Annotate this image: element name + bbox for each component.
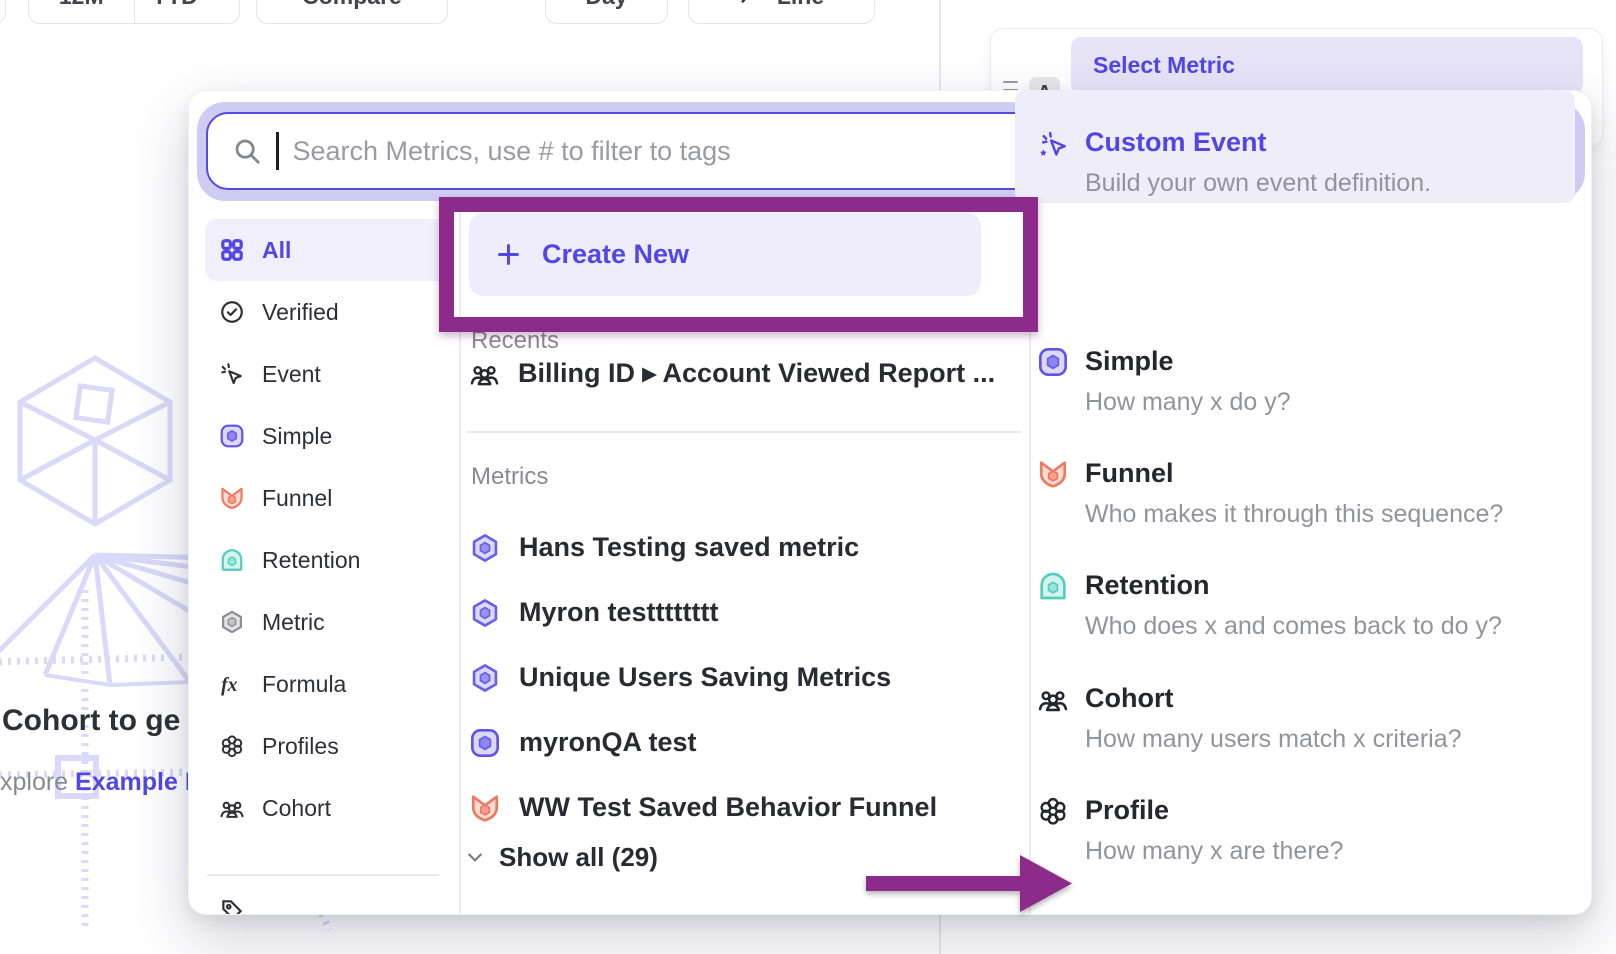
metric-picker-dropdown: All Verified Event Simple Funnel	[188, 90, 1592, 915]
simple-icon	[219, 423, 245, 449]
plus-icon	[495, 241, 522, 268]
line-chart-type-button[interactable]: Line	[688, 0, 875, 24]
profiles-icon	[219, 733, 245, 759]
saved-metric-item-ww-test-saved-behavior-funnel[interactable]: WW Test Saved Behavior Funnel	[469, 775, 1017, 840]
select-metric-pill[interactable]: Select Metric	[1071, 37, 1583, 94]
hex-purple-icon	[469, 662, 501, 694]
hex-purple-icon	[469, 597, 501, 629]
range-ytd-button[interactable]: YTD	[134, 0, 240, 23]
sidebar-divider	[207, 874, 439, 876]
sidebar-item-metric[interactable]: Metric	[205, 591, 453, 653]
compare-button[interactable]: Compare	[256, 0, 448, 24]
empty-state-subtext: xplore Example I	[0, 768, 192, 797]
saved-metric-item-myron-testttttttt[interactable]: Myron testttttttt	[469, 580, 1017, 645]
metric-type-funnel[interactable]: Funnel Who makes it through this sequenc…	[1015, 422, 1575, 534]
text-cursor	[276, 132, 279, 170]
sidebar-item-funnel[interactable]: Funnel	[205, 467, 453, 529]
simple-icon	[1037, 346, 1069, 378]
sidebar-item-event[interactable]: Event	[205, 343, 453, 405]
metric-type-profile[interactable]: Profile How many x are there?	[1015, 759, 1575, 904]
column-divider	[459, 211, 461, 915]
range-12m-button[interactable]: 12M	[29, 0, 134, 23]
grid-icon	[219, 237, 245, 263]
formula-icon: fx	[219, 671, 245, 697]
recent-item[interactable]: Billing ID ▸ Account Viewed Report ...	[469, 343, 995, 403]
retention-icon	[219, 547, 245, 573]
example-link[interactable]: Example I	[75, 768, 192, 796]
event-icon	[219, 361, 245, 387]
simple-icon	[469, 727, 501, 759]
svg-text:fx: fx	[221, 675, 237, 696]
sidebar-item-cohort[interactable]: Cohort	[205, 777, 453, 839]
custom-event-icon	[1037, 127, 1069, 159]
sidebar-item-tags-clipped[interactable]	[219, 897, 245, 915]
verified-icon	[219, 299, 245, 325]
toolbar-button-fragment[interactable]	[0, 0, 6, 24]
retention-icon	[1037, 570, 1069, 602]
metric-type-simple[interactable]: Simple How many x do y?	[1015, 310, 1575, 422]
funnel-icon	[219, 485, 245, 511]
date-range-group: 12M YTD	[28, 0, 240, 24]
category-list: All Verified Event Simple Funnel	[205, 219, 453, 839]
metrics-section-label: Metrics	[471, 463, 548, 491]
sidebar-item-all[interactable]: All	[205, 219, 453, 281]
metric-type-custom-event[interactable]: Custom Event Build your own event defini…	[1015, 91, 1575, 203]
tag-icon	[219, 897, 245, 915]
recents-list: Billing ID ▸ Account Viewed Report ...	[469, 343, 995, 403]
search-icon	[232, 136, 262, 166]
sidebar-item-retention[interactable]: Retention	[205, 529, 453, 591]
funnel-icon	[469, 792, 501, 824]
day-granularity-button[interactable]: Day	[545, 0, 668, 24]
saved-metric-item-unique-users-saving-metrics[interactable]: Unique Users Saving Metrics	[469, 645, 1017, 710]
show-all-toggle[interactable]: Show all (29)	[465, 835, 658, 879]
line-chart-icon	[739, 0, 765, 9]
create-new-button[interactable]: Create New	[469, 213, 981, 296]
sidebar-item-verified[interactable]: Verified	[205, 281, 453, 343]
sidebar-item-profiles[interactable]: Profiles	[205, 715, 453, 777]
sidebar-item-simple[interactable]: Simple	[205, 405, 453, 467]
metric-type-cohort[interactable]: Cohort How many users match x criteria?	[1015, 647, 1575, 759]
saved-metric-item-hans-testing-saved-metric[interactable]: Hans Testing saved metric	[469, 515, 1017, 580]
saved-metric-item-myronqa-test[interactable]: myronQA test	[469, 710, 1017, 775]
metric-icon	[219, 609, 245, 635]
profiles-icon	[1037, 795, 1069, 827]
cohort-icon	[219, 795, 245, 821]
cohort-icon	[469, 358, 500, 389]
chevron-down-icon	[465, 847, 485, 867]
cohort-icon	[1037, 683, 1069, 715]
hex-purple-icon	[469, 532, 501, 564]
sidebar-item-formula[interactable]: fx Formula	[205, 653, 453, 715]
section-divider	[467, 431, 1021, 433]
saved-metrics-list: Hans Testing saved metric Myron testtttt…	[469, 515, 1017, 840]
funnel-icon	[1037, 458, 1069, 490]
empty-state-headline: Cohort to ge	[2, 704, 180, 738]
chevron-down-icon	[206, 0, 222, 4]
metric-type-retention[interactable]: Retention Who does x and comes back to d…	[1015, 534, 1575, 646]
